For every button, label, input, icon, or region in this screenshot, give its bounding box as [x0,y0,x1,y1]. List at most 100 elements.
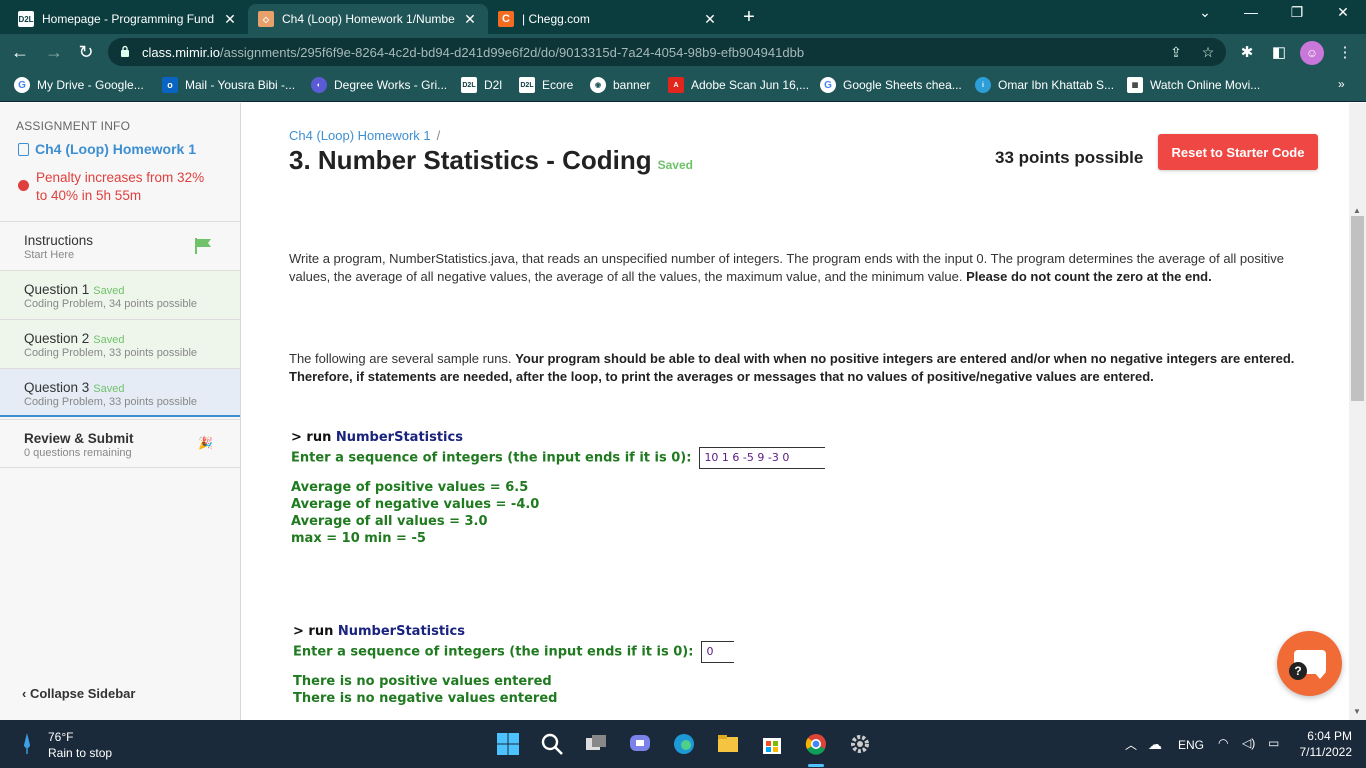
bookmark-ecore[interactable]: D2L Ecore [519,77,573,93]
new-tab-icon[interactable]: + [738,6,760,29]
language-indicator[interactable]: ENG [1178,738,1204,752]
saved-badge: Saved [93,383,125,395]
degree-works-icon: ◐ [311,77,327,93]
sidebar-item-question-3[interactable]: Question 3 Saved Coding Problem, 33 point… [0,368,240,417]
saved-badge: Saved [93,285,125,297]
more-bookmarks-icon[interactable]: » [1338,77,1345,91]
url-path: /assignments/295f6f9e-8264-4c2d-bd94-d24… [220,45,805,60]
reset-starter-code-button[interactable]: Reset to Starter Code [1158,134,1318,170]
sidebar-item-review-submit[interactable]: Review & Submit 0 questions remaining 🎉 [0,419,240,468]
settings-gear-icon[interactable] [848,732,872,756]
chegg-favicon-icon: C [498,11,514,27]
edge-browser-icon[interactable] [672,732,696,756]
reload-icon[interactable]: ↻ [74,42,98,62]
lock-icon [121,45,129,57]
profile-avatar-icon[interactable]: ☺ [1300,41,1324,65]
sidebar-item-question-2[interactable]: Question 2 Saved Coding Problem, 33 point… [0,319,240,368]
bookmark-my-drive[interactable]: G My Drive - Google... [14,77,144,93]
wifi-icon[interactable]: ◠ [1218,736,1228,750]
close-tab-icon[interactable]: ✕ [702,11,718,28]
windows-taskbar: 76°F Rain to stop ︿ ☁ ENG ◠ ◁) ▭ 6:04 PM… [0,720,1366,768]
restore-icon[interactable]: ❐ [1282,4,1312,21]
sample-run-1: > run NumberStatistics Enter a sequence … [291,429,826,547]
saved-badge: Saved [657,158,693,172]
scroll-up-icon[interactable]: ▲ [1353,206,1361,215]
sidebar-item-instructions[interactable]: Instructions Start Here [0,221,240,270]
d2l-icon: D2L [519,77,535,93]
breadcrumb-homework-link[interactable]: Ch4 (Loop) Homework 1 [289,128,431,143]
battery-icon[interactable]: ▭ [1268,736,1279,750]
points-possible: 33 points possible [995,148,1144,167]
onedrive-cloud-icon[interactable]: ☁ [1148,736,1162,753]
minimize-icon[interactable]: — [1236,4,1266,20]
windows-start-icon[interactable] [496,732,520,756]
tab-title: | Chegg.com [522,12,590,26]
tab-title: Ch4 (Loop) Homework 1/Numbe [282,12,455,26]
file-explorer-icon[interactable] [716,732,740,756]
search-icon[interactable] [540,732,564,756]
close-window-icon[interactable]: ✕ [1328,4,1358,21]
google-icon: G [820,77,836,93]
side-panel-icon[interactable]: ◧ [1268,43,1290,61]
film-icon: ▦ [1127,77,1143,93]
bookmarks-bar: G My Drive - Google... o Mail - Yousra Bib… [0,70,1366,102]
bookmark-google-sheets[interactable]: G Google Sheets chea... [820,77,962,93]
url-host: class.mimir.io [142,45,221,60]
tab-strip: D2L Homepage - Programming Fund ✕ ◇ Ch4 … [0,0,1366,34]
page-scrollbar[interactable]: ▲ ▼ [1349,103,1366,720]
tray-chevron-up-icon[interactable]: ︿ [1125,736,1137,753]
breadcrumb: Ch4 (Loop) Homework 1/ [289,128,441,143]
bookmark-omar-ibn-khattab[interactable]: i Omar Ibn Khattab S... [975,77,1114,93]
close-tab-icon[interactable]: ✕ [222,11,238,28]
assignment-sidebar: ASSIGNMENT INFO Ch4 (Loop) Homework 1 Pe… [0,103,241,720]
task-view-icon[interactable] [584,732,608,756]
bookmark-d2l[interactable]: D2L D2l [461,77,502,93]
assignment-link[interactable]: Ch4 (Loop) Homework 1 [18,141,196,157]
sidebar-item-question-1[interactable]: Question 1 Saved Coding Problem, 34 point… [0,270,240,319]
system-clock[interactable]: 6:04 PM 7/11/2022 [1296,728,1353,760]
scroll-down-icon[interactable]: ▼ [1353,707,1361,716]
problem-panel: Ch4 (Loop) Homework 1/ 3. Number Statist… [241,103,1349,720]
alert-icon [18,180,29,191]
help-chat-button[interactable]: ? [1277,631,1342,696]
tab-chegg[interactable]: C | Chegg.com ✕ [488,4,728,34]
bookmark-star-icon[interactable]: ☆ [1198,44,1218,61]
volume-icon[interactable]: ◁) [1242,736,1255,750]
forward-icon[interactable]: → [42,42,66,62]
outlook-icon: o [162,77,178,93]
scrollbar-thumb[interactable] [1351,216,1364,401]
rain-drop-icon [24,733,30,754]
bookmark-watch-movies[interactable]: ▦ Watch Online Movi... [1127,77,1260,93]
microsoft-store-icon[interactable] [760,732,784,756]
bookmark-degree-works[interactable]: ◐ Degree Works - Gri... [311,77,447,93]
share-icon[interactable]: ⇪ [1166,44,1186,61]
google-icon: G [14,77,30,93]
assignment-info-label: ASSIGNMENT INFO [16,119,131,133]
party-popper-icon: 🎉 [198,436,213,450]
menu-kebab-icon[interactable]: ⋮ [1334,43,1356,61]
bookmark-adobe-scan[interactable]: A Adobe Scan Jun 16,... [668,77,809,93]
tab-search-icon[interactable]: ⌄ [1190,4,1220,21]
back-icon[interactable]: ← [8,42,32,62]
collapse-sidebar-button[interactable]: ‹ Collapse Sidebar [22,686,135,701]
active-app-indicator [808,764,824,767]
sample-run-2: > run NumberStatistics Enter a sequence … [293,623,735,707]
document-icon [18,142,29,156]
d2l-icon: D2L [461,77,477,93]
page-title: 3. Number Statistics - Coding Saved [289,145,693,175]
chevron-left-icon: ‹ [22,686,30,701]
bookmark-mail[interactable]: o Mail - Yousra Bibi -... [162,77,295,93]
address-bar-row: ← → ↻ class.mimir.io/assignments/295f6f9… [0,34,1366,70]
sample-input-box: 10 1 6 -5 9 -3 0 [699,447,826,469]
tab-mimir-homework[interactable]: ◇ Ch4 (Loop) Homework 1/Numbe ✕ [248,4,488,34]
teams-chat-icon[interactable] [628,732,652,756]
sample-runs-intro: The following are several sample runs. Y… [289,351,1295,384]
tab-d2l-homepage[interactable]: D2L Homepage - Programming Fund ✕ [8,4,248,34]
close-tab-icon[interactable]: ✕ [462,11,478,28]
extensions-icon[interactable]: ✱ [1236,43,1258,61]
d2l-favicon-icon: D2L [18,11,34,27]
chrome-browser-icon[interactable] [804,732,828,756]
url-field[interactable]: class.mimir.io/assignments/295f6f9e-8264… [108,38,1226,66]
mimir-favicon-icon: ◇ [258,11,274,27]
bookmark-banner[interactable]: ◉ banner [590,77,650,93]
